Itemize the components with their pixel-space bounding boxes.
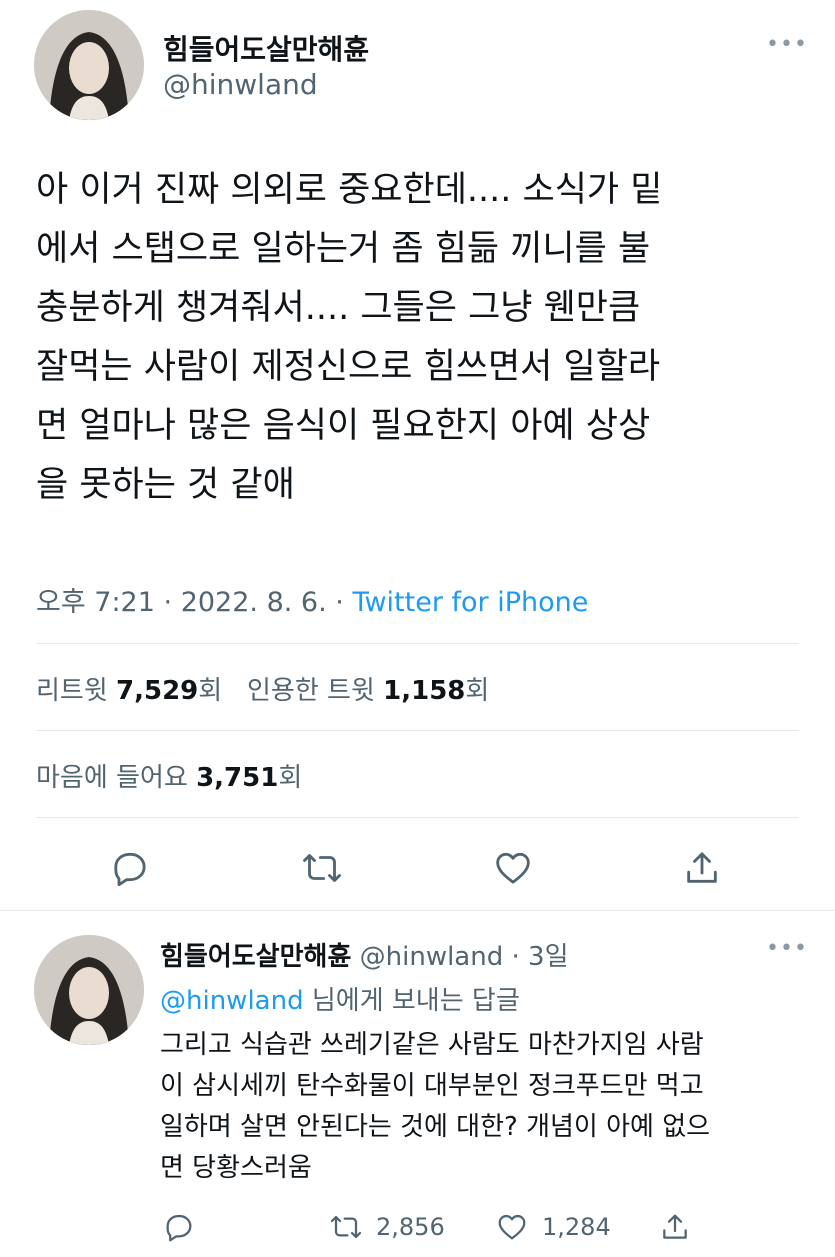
quotes-unit: 회 bbox=[465, 676, 490, 706]
reply-icon[interactable] bbox=[110, 848, 150, 888]
retweets-label: 리트윗 bbox=[36, 676, 108, 706]
divider bbox=[0, 910, 835, 911]
retweet-icon[interactable] bbox=[302, 848, 342, 888]
quotes-stat[interactable]: 인용한 트윗 1,158회 bbox=[247, 676, 489, 706]
meta-separator: · bbox=[335, 587, 344, 618]
reply-reply-button[interactable] bbox=[163, 1211, 195, 1243]
reply-author-avatar[interactable] bbox=[34, 935, 144, 1045]
share-icon bbox=[659, 1211, 691, 1243]
replying-to-suffix: 님에게 보내는 답글 bbox=[303, 986, 520, 1016]
author-handle[interactable]: @hinwland bbox=[163, 68, 318, 101]
reply-age[interactable]: 3일 bbox=[528, 942, 568, 972]
tweet-text-line: 을 못하는 것 같애 bbox=[36, 465, 295, 505]
tweet-time[interactable]: 오후 7:21 bbox=[36, 587, 155, 618]
retweets-stat[interactable]: 리트윗 7,529회 bbox=[36, 676, 222, 706]
meta-separator: · bbox=[163, 587, 173, 618]
retweets-count: 7,529 bbox=[116, 676, 199, 706]
reply-text-line: 일하며 살면 안된다는 것에 대한? 개념이 아예 없으 bbox=[160, 1112, 711, 1142]
reply-author-name[interactable]: 힘들어도살만해휸 bbox=[160, 942, 351, 972]
like-icon[interactable] bbox=[493, 848, 533, 888]
author-avatar[interactable] bbox=[34, 10, 144, 120]
retweet-icon bbox=[330, 1211, 362, 1243]
tweet-source-link[interactable]: Twitter for iPhone bbox=[352, 587, 588, 618]
likes-label: 마음에 들어요 bbox=[36, 763, 188, 793]
tweet-text-line: 면 얼마나 많은 음식이 필요한지 아예 상상 bbox=[36, 406, 651, 446]
more-dots-icon[interactable]: ••• bbox=[766, 32, 808, 57]
replying-to: @hinwland 님에게 보내는 답글 bbox=[160, 980, 520, 1017]
reply-like-count: 1,284 bbox=[542, 1213, 611, 1241]
divider bbox=[36, 817, 799, 818]
tweet-meta: 오후 7:21 · 2022. 8. 6. · Twitter for iPho… bbox=[36, 580, 588, 619]
tweet-text-line: 에서 스탭으로 일하는거 좀 힘듦 끼니를 불 bbox=[36, 229, 651, 269]
reply-icon bbox=[163, 1211, 195, 1243]
share-icon[interactable] bbox=[682, 848, 722, 888]
tweet-text-line: 충분하게 챙겨줘서.... 그들은 그냥 웬만큼 bbox=[36, 288, 641, 328]
reply-header: 힘들어도살만해휸 @hinwland · 3일 bbox=[160, 936, 569, 973]
tweet-text-line: 아 이거 진짜 의외로 중요한데.... 소식가 밑 bbox=[36, 170, 663, 210]
quotes-label: 인용한 트윗 bbox=[247, 676, 375, 706]
likes-unit: 회 bbox=[278, 763, 303, 793]
tweet-text: 아 이거 진짜 의외로 중요한데.... 소식가 밑 에서 스탭으로 일하는거 … bbox=[36, 161, 806, 515]
tweet-text-line: 잘먹는 사람이 제정신으로 힘쓰면서 일할라 bbox=[36, 347, 661, 387]
divider bbox=[36, 643, 799, 644]
likes-count: 3,751 bbox=[196, 763, 279, 793]
reply-separator: · bbox=[511, 942, 520, 972]
reply-text-line: 면 당황스러움 bbox=[160, 1153, 312, 1183]
likes-stat[interactable]: 마음에 들어요 3,751회 bbox=[36, 757, 302, 794]
reply-like-button[interactable]: 1,284 bbox=[496, 1211, 611, 1243]
reply-retweet-count: 2,856 bbox=[376, 1213, 445, 1241]
retweet-stats: 리트윗 7,529회 인용한 트윗 1,158회 bbox=[36, 670, 489, 707]
reply-more-dots-icon[interactable]: ••• bbox=[766, 936, 808, 961]
retweets-unit: 회 bbox=[198, 676, 223, 706]
like-icon bbox=[496, 1211, 528, 1243]
author-name[interactable]: 힘들어도살만해휸 bbox=[163, 28, 369, 68]
tweet-date[interactable]: 2022. 8. 6. bbox=[181, 587, 327, 618]
reply-author-handle[interactable]: @hinwland bbox=[360, 942, 504, 972]
divider bbox=[36, 730, 799, 731]
reply-share-button[interactable] bbox=[659, 1211, 691, 1243]
reply-text-line: 그리고 식습관 쓰레기같은 사람도 마찬가지임 사람 bbox=[160, 1030, 704, 1060]
quotes-count: 1,158 bbox=[383, 676, 466, 706]
reply-text-line: 이 삼시세끼 탄수화물이 대부분인 정크푸드만 먹고 bbox=[160, 1071, 704, 1101]
reply-text: 그리고 식습관 쓰레기같은 사람도 마찬가지임 사람 이 삼시세끼 탄수화물이 … bbox=[160, 1025, 710, 1189]
reply-mention-link[interactable]: @hinwland bbox=[160, 986, 304, 1016]
reply-retweet-button[interactable]: 2,856 bbox=[330, 1211, 445, 1243]
